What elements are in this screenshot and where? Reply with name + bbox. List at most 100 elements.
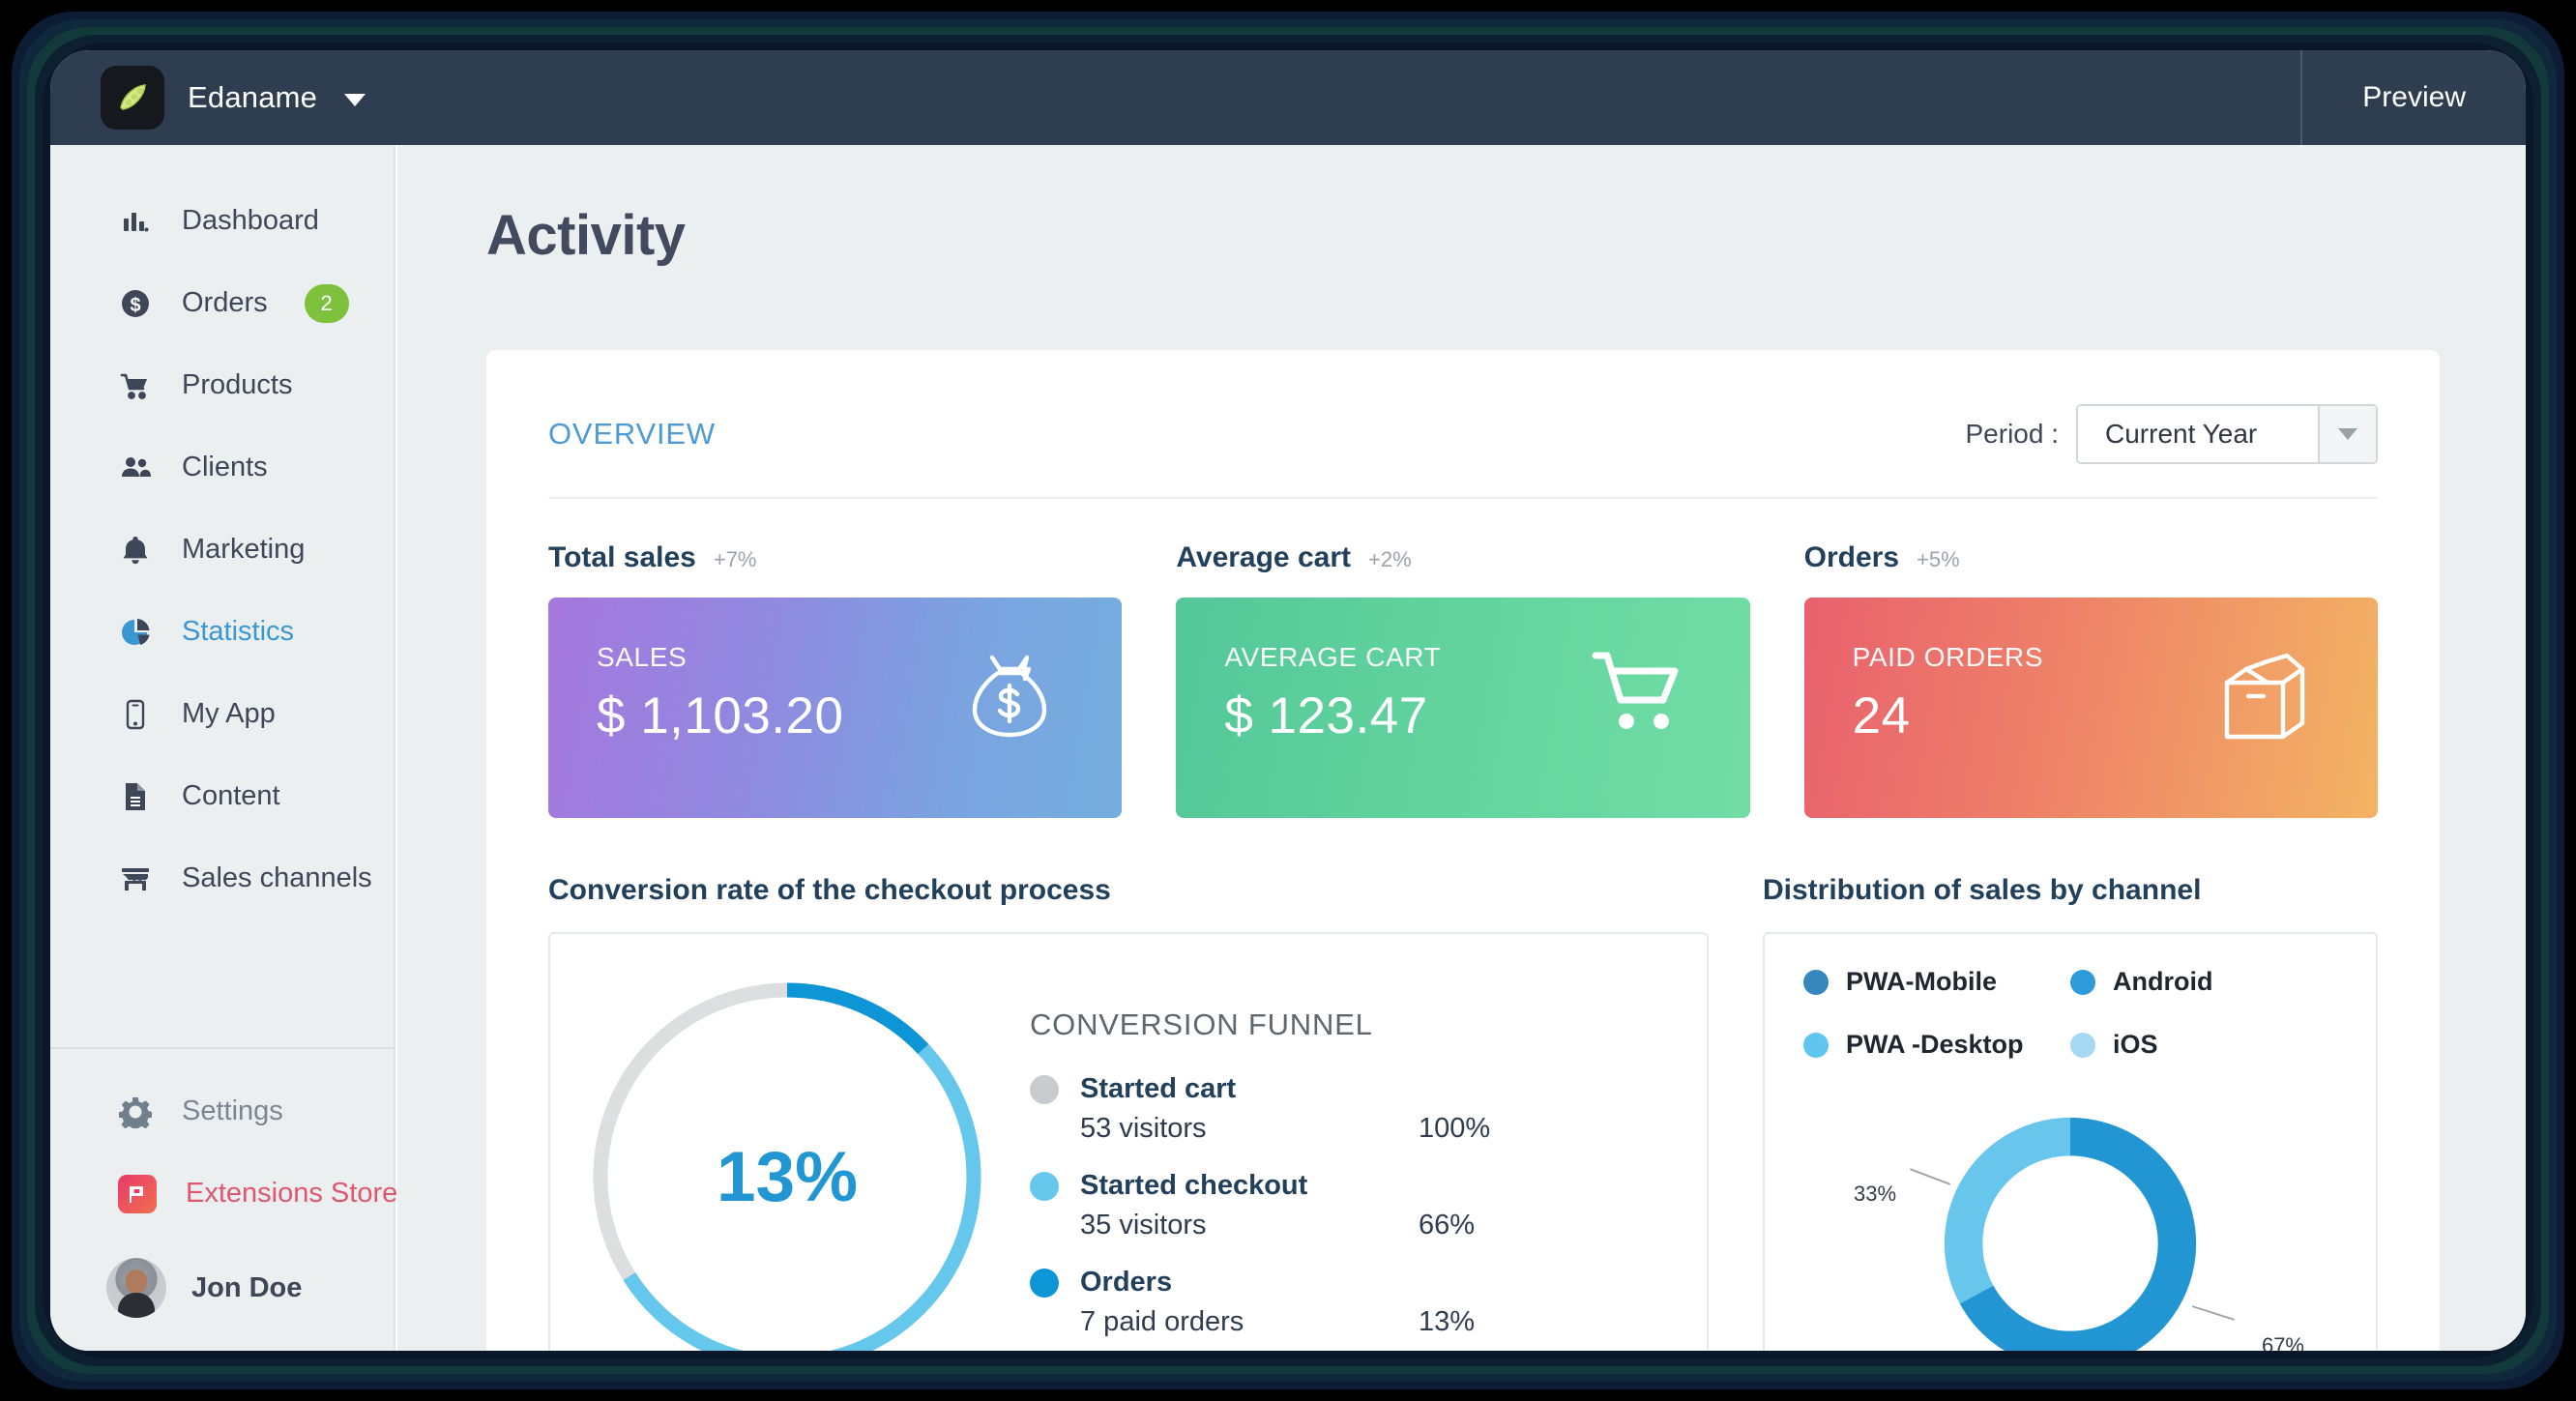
sidebar-item-content[interactable]: Content xyxy=(50,755,394,837)
conversion-gauge: 13% xyxy=(579,969,995,1351)
sidebar-item-label: Settings xyxy=(182,1095,283,1127)
top-bar: Edaname Preview xyxy=(50,50,2526,145)
kpi-card[interactable]: AVERAGE CART $ 123.47 xyxy=(1176,598,1749,818)
sidebar-item-settings[interactable]: Settings xyxy=(50,1070,394,1153)
people-icon xyxy=(118,451,153,485)
orders-badge: 2 xyxy=(305,284,349,323)
funnel-step-header: Orders xyxy=(1030,1267,1678,1299)
gauge-value: 13% xyxy=(579,969,995,1351)
sidebar-item-clients[interactable]: Clients xyxy=(50,426,394,509)
legend-label: Android xyxy=(2113,967,2212,997)
kpi-heading: Total sales +7% xyxy=(548,541,1122,574)
dollar-coin-icon: $ xyxy=(118,286,153,321)
sidebar-item-label: Orders xyxy=(182,287,268,319)
channels-donut-svg xyxy=(1803,1098,2337,1351)
sidebar-item-dashboard[interactable]: Dashboard xyxy=(50,180,394,262)
kpi-title: Average cart xyxy=(1176,541,1351,574)
kpi-title: Orders xyxy=(1804,541,1899,574)
sidebar-item-marketing[interactable]: Marketing xyxy=(50,509,394,591)
sidebar-item-label: My App xyxy=(182,698,276,730)
gear-icon xyxy=(118,1095,153,1129)
kpi-title: Total sales xyxy=(548,541,696,574)
legend-dot-icon xyxy=(1803,970,1829,995)
period-label: Period : xyxy=(1966,419,2060,450)
bell-icon xyxy=(118,533,153,568)
funnel-step-pct: 100% xyxy=(1419,1113,1490,1145)
kpi-delta: +7% xyxy=(714,547,757,572)
conversion-inner: 13% CONVERSION FUNNEL Started cart xyxy=(550,934,1707,1351)
channels-label-left: 33% xyxy=(1854,1182,1896,1207)
funnel-step-values: 7 paid orders 13% xyxy=(1030,1306,1678,1338)
sidebar-item-sales-channels[interactable]: Sales channels xyxy=(50,837,394,919)
legend-label: PWA -Desktop xyxy=(1846,1030,2024,1060)
sidebar-item-label: Extensions Store xyxy=(186,1178,397,1210)
overview-label: OVERVIEW xyxy=(548,417,716,452)
user-name: Jon Doe xyxy=(191,1272,302,1304)
brand-name: Edaname xyxy=(188,80,317,115)
sidebar-spacer xyxy=(50,919,394,1047)
sidebar-item-orders[interactable]: $ Orders 2 xyxy=(50,262,394,344)
device-frame: Edaname Preview Dash xyxy=(0,0,2576,1401)
cart-icon xyxy=(118,368,153,403)
panel-header: OVERVIEW Period : Current Year xyxy=(486,350,2440,464)
funnel-step-values: 53 visitors 100% xyxy=(1030,1113,1678,1145)
legend-item[interactable]: PWA -Desktop xyxy=(1803,1030,2070,1060)
document-icon xyxy=(118,779,153,814)
brand-menu[interactable]: Edaname xyxy=(50,66,366,130)
funnel-heading: CONVERSION FUNNEL xyxy=(1030,1007,1678,1042)
funnel-step: Started cart 53 visitors 100% xyxy=(1030,1073,1678,1145)
sidebar-item-my-app[interactable]: My App xyxy=(50,673,394,755)
shopping-cart-icon xyxy=(1586,648,1690,749)
channels-label-right: 67% xyxy=(2262,1333,2304,1351)
money-bag-icon xyxy=(957,648,1062,757)
funnel-step-count: 53 visitors xyxy=(1080,1113,1419,1145)
funnel-step-header: Started checkout xyxy=(1030,1170,1678,1202)
sidebar-item-label: Marketing xyxy=(182,534,305,566)
funnel-step-name: Started checkout xyxy=(1080,1170,1307,1202)
funnel-step-count: 7 paid orders xyxy=(1080,1306,1419,1338)
storefront-icon xyxy=(118,861,153,896)
legend-label: iOS xyxy=(2113,1030,2158,1060)
charts-row: Conversion rate of the checkout process xyxy=(486,818,2440,1351)
app-window: Edaname Preview Dash xyxy=(50,50,2526,1351)
edamame-icon xyxy=(101,66,164,130)
funnel-list: CONVERSION FUNNEL Started cart 53 visito… xyxy=(1030,969,1678,1351)
conversion-title: Conversion rate of the checkout process xyxy=(548,874,1709,907)
period-control: Period : Current Year xyxy=(1966,404,2379,464)
sidebar-item-label: Sales channels xyxy=(182,862,372,894)
sidebar-item-label: Dashboard xyxy=(182,205,319,237)
funnel-dot-icon xyxy=(1030,1075,1059,1104)
kpi-card[interactable]: SALES $ 1,103.20 xyxy=(548,598,1122,818)
funnel-step-pct: 13% xyxy=(1419,1306,1475,1338)
funnel-dot-icon xyxy=(1030,1269,1059,1298)
caret-down-icon[interactable] xyxy=(2318,406,2376,462)
overview-panel: OVERVIEW Period : Current Year Tota xyxy=(486,350,2440,1351)
open-box-icon xyxy=(2213,648,2318,749)
extensions-store-icon xyxy=(118,1175,157,1213)
channels-inner: PWA-Mobile Android PWA -Desktop xyxy=(1765,934,2376,1351)
kpi-delta: +5% xyxy=(1917,547,1960,572)
kpi-orders: Orders +5% PAID ORDERS 24 xyxy=(1804,541,2378,818)
sidebar-item-statistics[interactable]: Statistics xyxy=(50,591,394,673)
legend-item[interactable]: PWA-Mobile xyxy=(1803,967,2070,997)
kpi-row: Total sales +7% SALES $ 1,103.20 xyxy=(486,499,2440,818)
funnel-step: Started checkout 35 visitors 66% xyxy=(1030,1170,1678,1241)
sidebar-nav-main: Dashboard $ Orders 2 xyxy=(50,145,394,919)
legend-dot-icon xyxy=(2070,970,2095,995)
sidebar-user[interactable]: Jon Doe xyxy=(50,1235,394,1341)
page-title: Activity xyxy=(397,145,2526,268)
legend-item[interactable]: iOS xyxy=(2070,1030,2337,1060)
sidebar-item-products[interactable]: Products xyxy=(50,344,394,426)
sidebar-item-label: Content xyxy=(182,780,280,812)
channels-chart-box: PWA-Mobile Android PWA -Desktop xyxy=(1763,932,2378,1351)
sidebar-item-label: Products xyxy=(182,369,292,401)
funnel-dot-icon xyxy=(1030,1172,1059,1201)
sidebar-item-extensions-store[interactable]: Extensions Store xyxy=(50,1153,394,1235)
bar-chart-icon xyxy=(118,204,153,239)
legend-item[interactable]: Android xyxy=(2070,967,2337,997)
preview-button[interactable]: Preview xyxy=(2300,50,2526,145)
kpi-card[interactable]: PAID ORDERS 24 xyxy=(1804,598,2378,818)
period-select[interactable]: Current Year xyxy=(2076,404,2378,464)
channels-donut: 33% 67% xyxy=(1803,1098,2337,1351)
sidebar: Dashboard $ Orders 2 xyxy=(50,145,395,1351)
